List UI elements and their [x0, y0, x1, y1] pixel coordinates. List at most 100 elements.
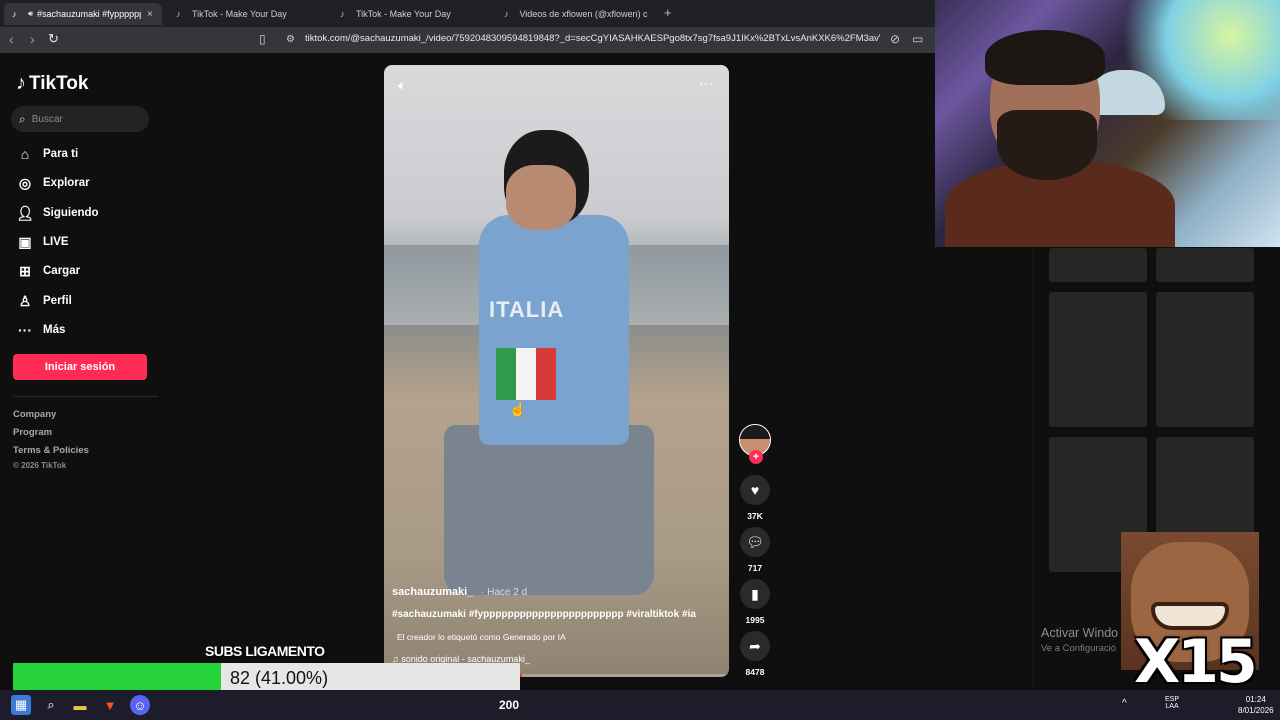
sidebar-item-label: Cargar: [43, 265, 81, 277]
like-button[interactable]: ♥: [740, 475, 770, 505]
following-icon: 👤︎: [16, 204, 34, 221]
volume-icon[interactable]: 🔈︎: [398, 77, 406, 94]
tiktok-note-icon: ♪: [16, 72, 26, 94]
video-subject-face: [506, 165, 576, 230]
sidebar-item-perfil[interactable]: ♙ Perfil: [16, 291, 72, 311]
browser-tab-bar: ♪ 🔊︎ #sachauzumaki #fyppppppp × ♪ TikTok…: [0, 0, 935, 27]
clock[interactable]: 01:24 8/01/2026: [1238, 694, 1274, 716]
video-author[interactable]: sachauzumaki_: [392, 586, 473, 598]
home-icon: ⌂: [20, 146, 30, 162]
more-options-icon[interactable]: ···: [699, 75, 713, 91]
forward-icon[interactable]: ›: [30, 31, 35, 47]
sidebar-item-label: LIVE: [43, 236, 69, 248]
url-input[interactable]: tiktok.com/@sachauzumaki_/video/75920483…: [305, 33, 880, 44]
more-icon: ···: [18, 322, 32, 338]
tab-title: TikTok - Make Your Day: [192, 9, 287, 19]
follow-plus-icon[interactable]: +: [749, 450, 763, 464]
login-button[interactable]: Iniciar sesión: [13, 354, 147, 380]
sidebar-item-mas[interactable]: ··· Más: [16, 320, 65, 340]
streamer-webcam: [935, 0, 1280, 247]
related-video-tile[interactable]: [1156, 292, 1254, 427]
sidebar-item-para-ti[interactable]: ⌂ Para ti: [16, 144, 78, 164]
browser-tab[interactable]: ♪ TikTok - Make Your Day: [168, 3, 328, 25]
brave-browser-icon[interactable]: ▼: [100, 695, 120, 715]
tiktok-favicon-icon: ♪: [340, 9, 345, 19]
tiktok-favicon-icon: ♪: [504, 9, 509, 19]
tab-title: TikTok - Make Your Day: [356, 9, 451, 19]
comment-icon: 💬︎: [746, 533, 764, 550]
language-indicator[interactable]: ESP LAA: [1165, 696, 1179, 710]
tiktok-favicon-icon: ♪: [12, 9, 17, 19]
windows-taskbar: ▦ ⌕ ▬ ▼ ☺ 200 ^ ESP LAA 01:24 8/01/2026: [0, 690, 1280, 720]
outlook-icon[interactable]: ▦: [11, 695, 31, 715]
back-icon[interactable]: ‹: [9, 31, 14, 47]
reload-icon[interactable]: ↻: [48, 31, 59, 47]
streamer-hair: [985, 30, 1105, 85]
discord-icon[interactable]: ☺: [130, 695, 150, 715]
video-player[interactable]: ITALIA 🔈︎ ··· ☝ sachauzumaki_ · Hace 2 d…: [384, 65, 729, 677]
address-bar: ‹ › ↻ ▯ ⚙ tiktok.com/@sachauzumaki_/vide…: [0, 27, 935, 53]
close-tab-icon[interactable]: ×: [147, 9, 153, 20]
related-video-tile[interactable]: [1156, 248, 1254, 282]
heart-icon: ♥: [750, 482, 760, 498]
video-subject-shorts: [444, 425, 654, 595]
ai-generated-label: El creador lo etiquetó como Generado por…: [397, 632, 566, 642]
tab-title: #sachauzumaki #fyppppppp: [37, 9, 142, 19]
live-icon: ▣: [18, 233, 32, 250]
windows-activation-title: Activar Windo: [1041, 626, 1119, 640]
video-hashtags[interactable]: #sachauzumaki #fyppppppppppppppppppppppp…: [392, 609, 696, 620]
search-icon: ⌕: [19, 111, 26, 126]
profile-icon: ♙: [18, 292, 32, 309]
search-box[interactable]: ⌕: [11, 106, 149, 132]
share-count: 8478: [745, 667, 765, 677]
language-code: ESP LAA: [1165, 696, 1180, 710]
sidebar-item-label: Perfil: [43, 295, 72, 307]
cast-icon[interactable]: ▭: [912, 32, 923, 46]
sidebar-item-label: Explorar: [43, 177, 90, 189]
share-icon: ➦: [749, 637, 761, 654]
clock-date: 8/01/2026: [1238, 706, 1274, 715]
sidebar-item-explorar[interactable]: ◎ Explorar: [16, 173, 90, 193]
comment-button[interactable]: 💬︎: [740, 527, 770, 557]
logo-text: TikTok: [29, 72, 89, 94]
video-subject-shirt: [479, 215, 629, 445]
video-posted-time: · Hace 2 d: [481, 587, 528, 598]
browser-tab[interactable]: ♪ Videos de xflowen (@xflowen) con "s: [496, 3, 656, 25]
bookmark-icon: ▮: [751, 585, 759, 602]
save-count: 1995: [745, 615, 765, 625]
new-tab-button[interactable]: +: [664, 5, 672, 20]
tiktok-favicon-icon: ♪: [176, 9, 181, 19]
bookmark-icon[interactable]: ▯: [259, 32, 266, 46]
search-input[interactable]: [31, 113, 132, 125]
sidebar-item-label: Para ti: [43, 148, 79, 160]
share-button[interactable]: ➦: [740, 631, 770, 661]
search-icon[interactable]: ⌕: [41, 695, 61, 715]
browser-tab-active[interactable]: ♪ 🔊︎ #sachauzumaki #fyppppppp ×: [4, 3, 162, 25]
avatar-hair: [740, 425, 770, 439]
file-explorer-icon[interactable]: ▬: [70, 695, 90, 715]
sidebar-divider: [13, 396, 158, 397]
save-button[interactable]: ▮: [740, 579, 770, 609]
site-info-icon[interactable]: ⚙: [286, 34, 295, 45]
sidebar-item-live[interactable]: ▣ LIVE: [16, 232, 69, 252]
related-video-tile[interactable]: [1049, 292, 1147, 427]
tiktok-logo[interactable]: ♪ TikTok: [16, 72, 88, 95]
footer-link-terms[interactable]: Terms & Policies: [13, 445, 89, 456]
tray-expand-icon[interactable]: ^: [1122, 698, 1127, 709]
footer-link-program[interactable]: Program: [13, 427, 52, 438]
clock-time: 01:24: [1245, 695, 1266, 704]
copyright: © 2026 TikTok: [13, 461, 67, 470]
shirt-text: ITALIA: [489, 297, 565, 322]
streamer-beard: [997, 110, 1097, 180]
tracking-icon[interactable]: ⊘: [890, 32, 900, 46]
browser-tab[interactable]: ♪ TikTok - Make Your Day: [332, 3, 492, 25]
audio-icon: 🔊︎: [28, 9, 34, 18]
sidebar-item-siguiendo[interactable]: 👤︎ Siguiendo: [16, 203, 99, 223]
compass-icon: ◎: [18, 174, 32, 191]
taskbar-count: 200: [499, 698, 520, 712]
upload-icon: ⊞: [19, 262, 31, 279]
footer-link-company[interactable]: Company: [13, 409, 56, 420]
sidebar-item-cargar[interactable]: ⊞ Cargar: [16, 261, 80, 281]
sidebar-item-label: Siguiendo: [43, 207, 99, 219]
related-video-tile[interactable]: [1049, 248, 1147, 282]
